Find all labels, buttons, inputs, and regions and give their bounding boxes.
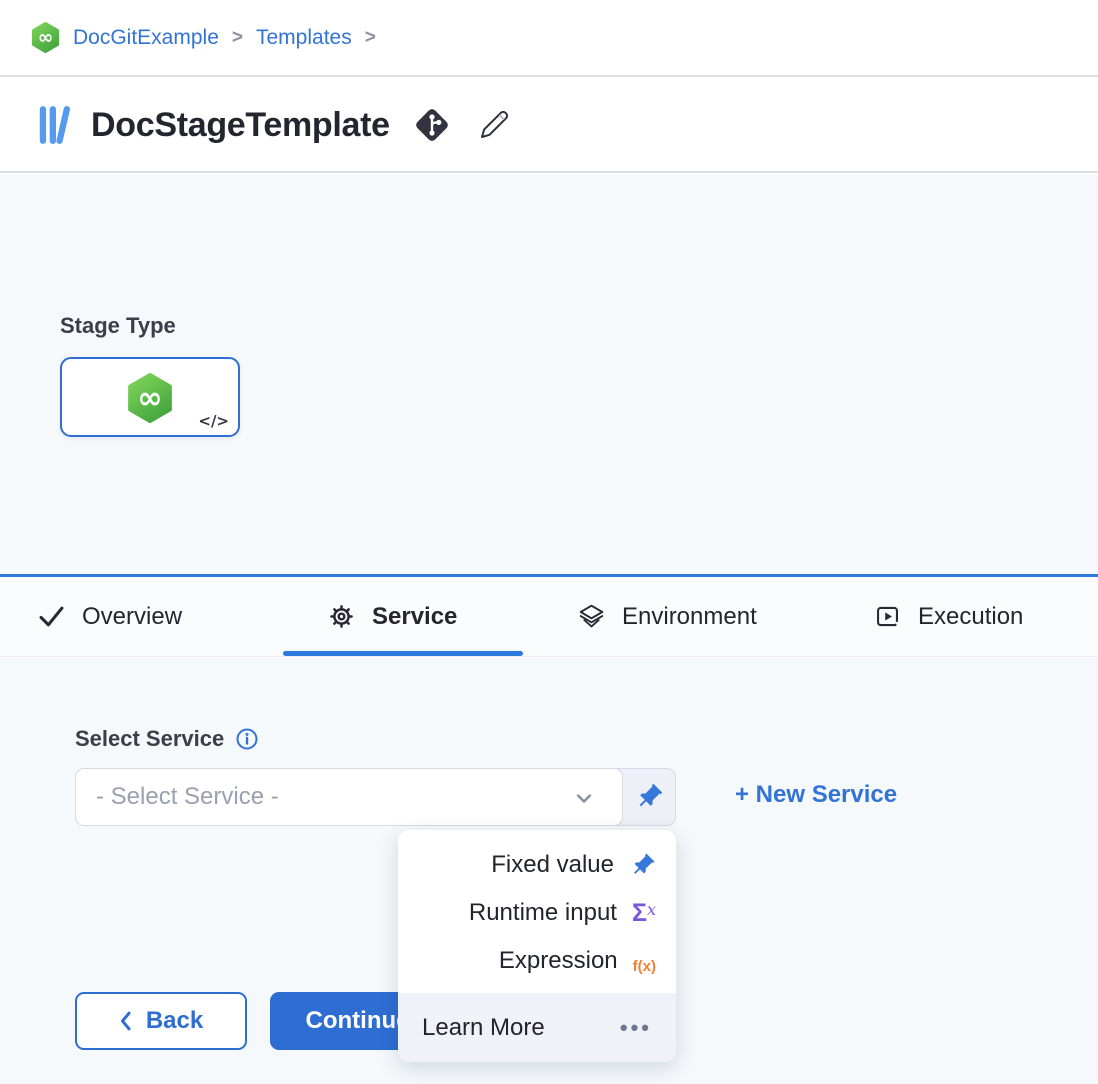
gear-icon: [328, 603, 355, 630]
active-tab-underline: [283, 651, 523, 656]
service-select-group: - Select Service -: [75, 768, 676, 826]
tab-environment[interactable]: Environment: [578, 577, 757, 656]
stage-type-section: Stage Type </>: [0, 175, 1098, 574]
template-library-icon: [38, 103, 74, 147]
tab-execution[interactable]: Execution: [874, 577, 1023, 656]
learn-more-label: Learn More: [422, 1014, 545, 1042]
info-icon[interactable]: [235, 727, 259, 751]
value-type-pin-button[interactable]: [622, 769, 675, 825]
code-badge: </>: [198, 412, 229, 430]
page-title: DocStageTemplate: [91, 106, 390, 145]
stage-type-card[interactable]: </>: [60, 357, 240, 437]
tab-overview-label: Overview: [82, 603, 182, 631]
select-service-label: Select Service: [75, 726, 224, 752]
back-button-label: Back: [146, 1007, 203, 1035]
chevron-down-icon: [572, 786, 596, 810]
breadcrumb-templates-link[interactable]: Templates: [256, 26, 352, 50]
check-icon: [38, 603, 65, 630]
breadcrumb-separator: >: [232, 27, 243, 49]
expression-fx-icon: f(x): [633, 948, 656, 974]
edit-pencil-icon[interactable]: [474, 105, 514, 145]
git-remote-icon: [410, 103, 454, 147]
tab-service-label: Service: [372, 603, 457, 631]
new-service-link[interactable]: + New Service: [735, 781, 897, 809]
tab-environment-label: Environment: [622, 603, 757, 631]
tab-execution-label: Execution: [918, 603, 1023, 631]
expression-label: Expression: [499, 947, 618, 975]
menu-item-runtime-input[interactable]: Runtime input Σx: [398, 889, 676, 937]
service-select-input[interactable]: - Select Service -: [75, 768, 623, 826]
value-type-menu-items: Fixed value Runtime input Σx Expression …: [398, 841, 676, 985]
breadcrumb: DocGitExample > Templates >: [0, 0, 1098, 77]
value-type-menu: Fixed value Runtime input Σx Expression …: [398, 830, 676, 1062]
pin-icon: [629, 852, 656, 879]
menu-item-fixed-value[interactable]: Fixed value: [398, 841, 676, 889]
tab-overview[interactable]: Overview: [38, 577, 182, 656]
service-section: Select Service - Select Service - + New …: [0, 658, 1098, 1084]
back-button[interactable]: Back: [75, 992, 247, 1050]
continue-button-label: Continue: [306, 1007, 410, 1035]
runtime-input-label: Runtime input: [469, 899, 617, 927]
fixed-value-label: Fixed value: [491, 851, 614, 879]
stage-type-label: Stage Type: [60, 313, 176, 339]
page-header: DocStageTemplate: [0, 79, 1098, 173]
layers-icon: [578, 603, 605, 630]
breadcrumb-separator: >: [365, 27, 376, 49]
chevron-left-icon: [119, 1010, 133, 1032]
stage-tabs: Overview Service Environment: [0, 574, 1098, 657]
harness-cd-icon: [125, 371, 175, 425]
play-square-icon: [874, 603, 901, 630]
more-options-icon: •••: [620, 1017, 652, 1039]
harness-project-icon: [30, 22, 61, 53]
pin-icon: [634, 782, 664, 812]
select-service-label-row: Select Service: [75, 726, 259, 752]
learn-more-row[interactable]: Learn More •••: [398, 993, 676, 1062]
menu-item-expression[interactable]: Expression f(x): [398, 937, 676, 985]
tab-service[interactable]: Service: [328, 577, 457, 656]
breadcrumb-project-link[interactable]: DocGitExample: [73, 26, 219, 50]
service-select-placeholder: - Select Service -: [96, 783, 279, 811]
runtime-input-sigma-icon: Σx: [632, 901, 656, 926]
